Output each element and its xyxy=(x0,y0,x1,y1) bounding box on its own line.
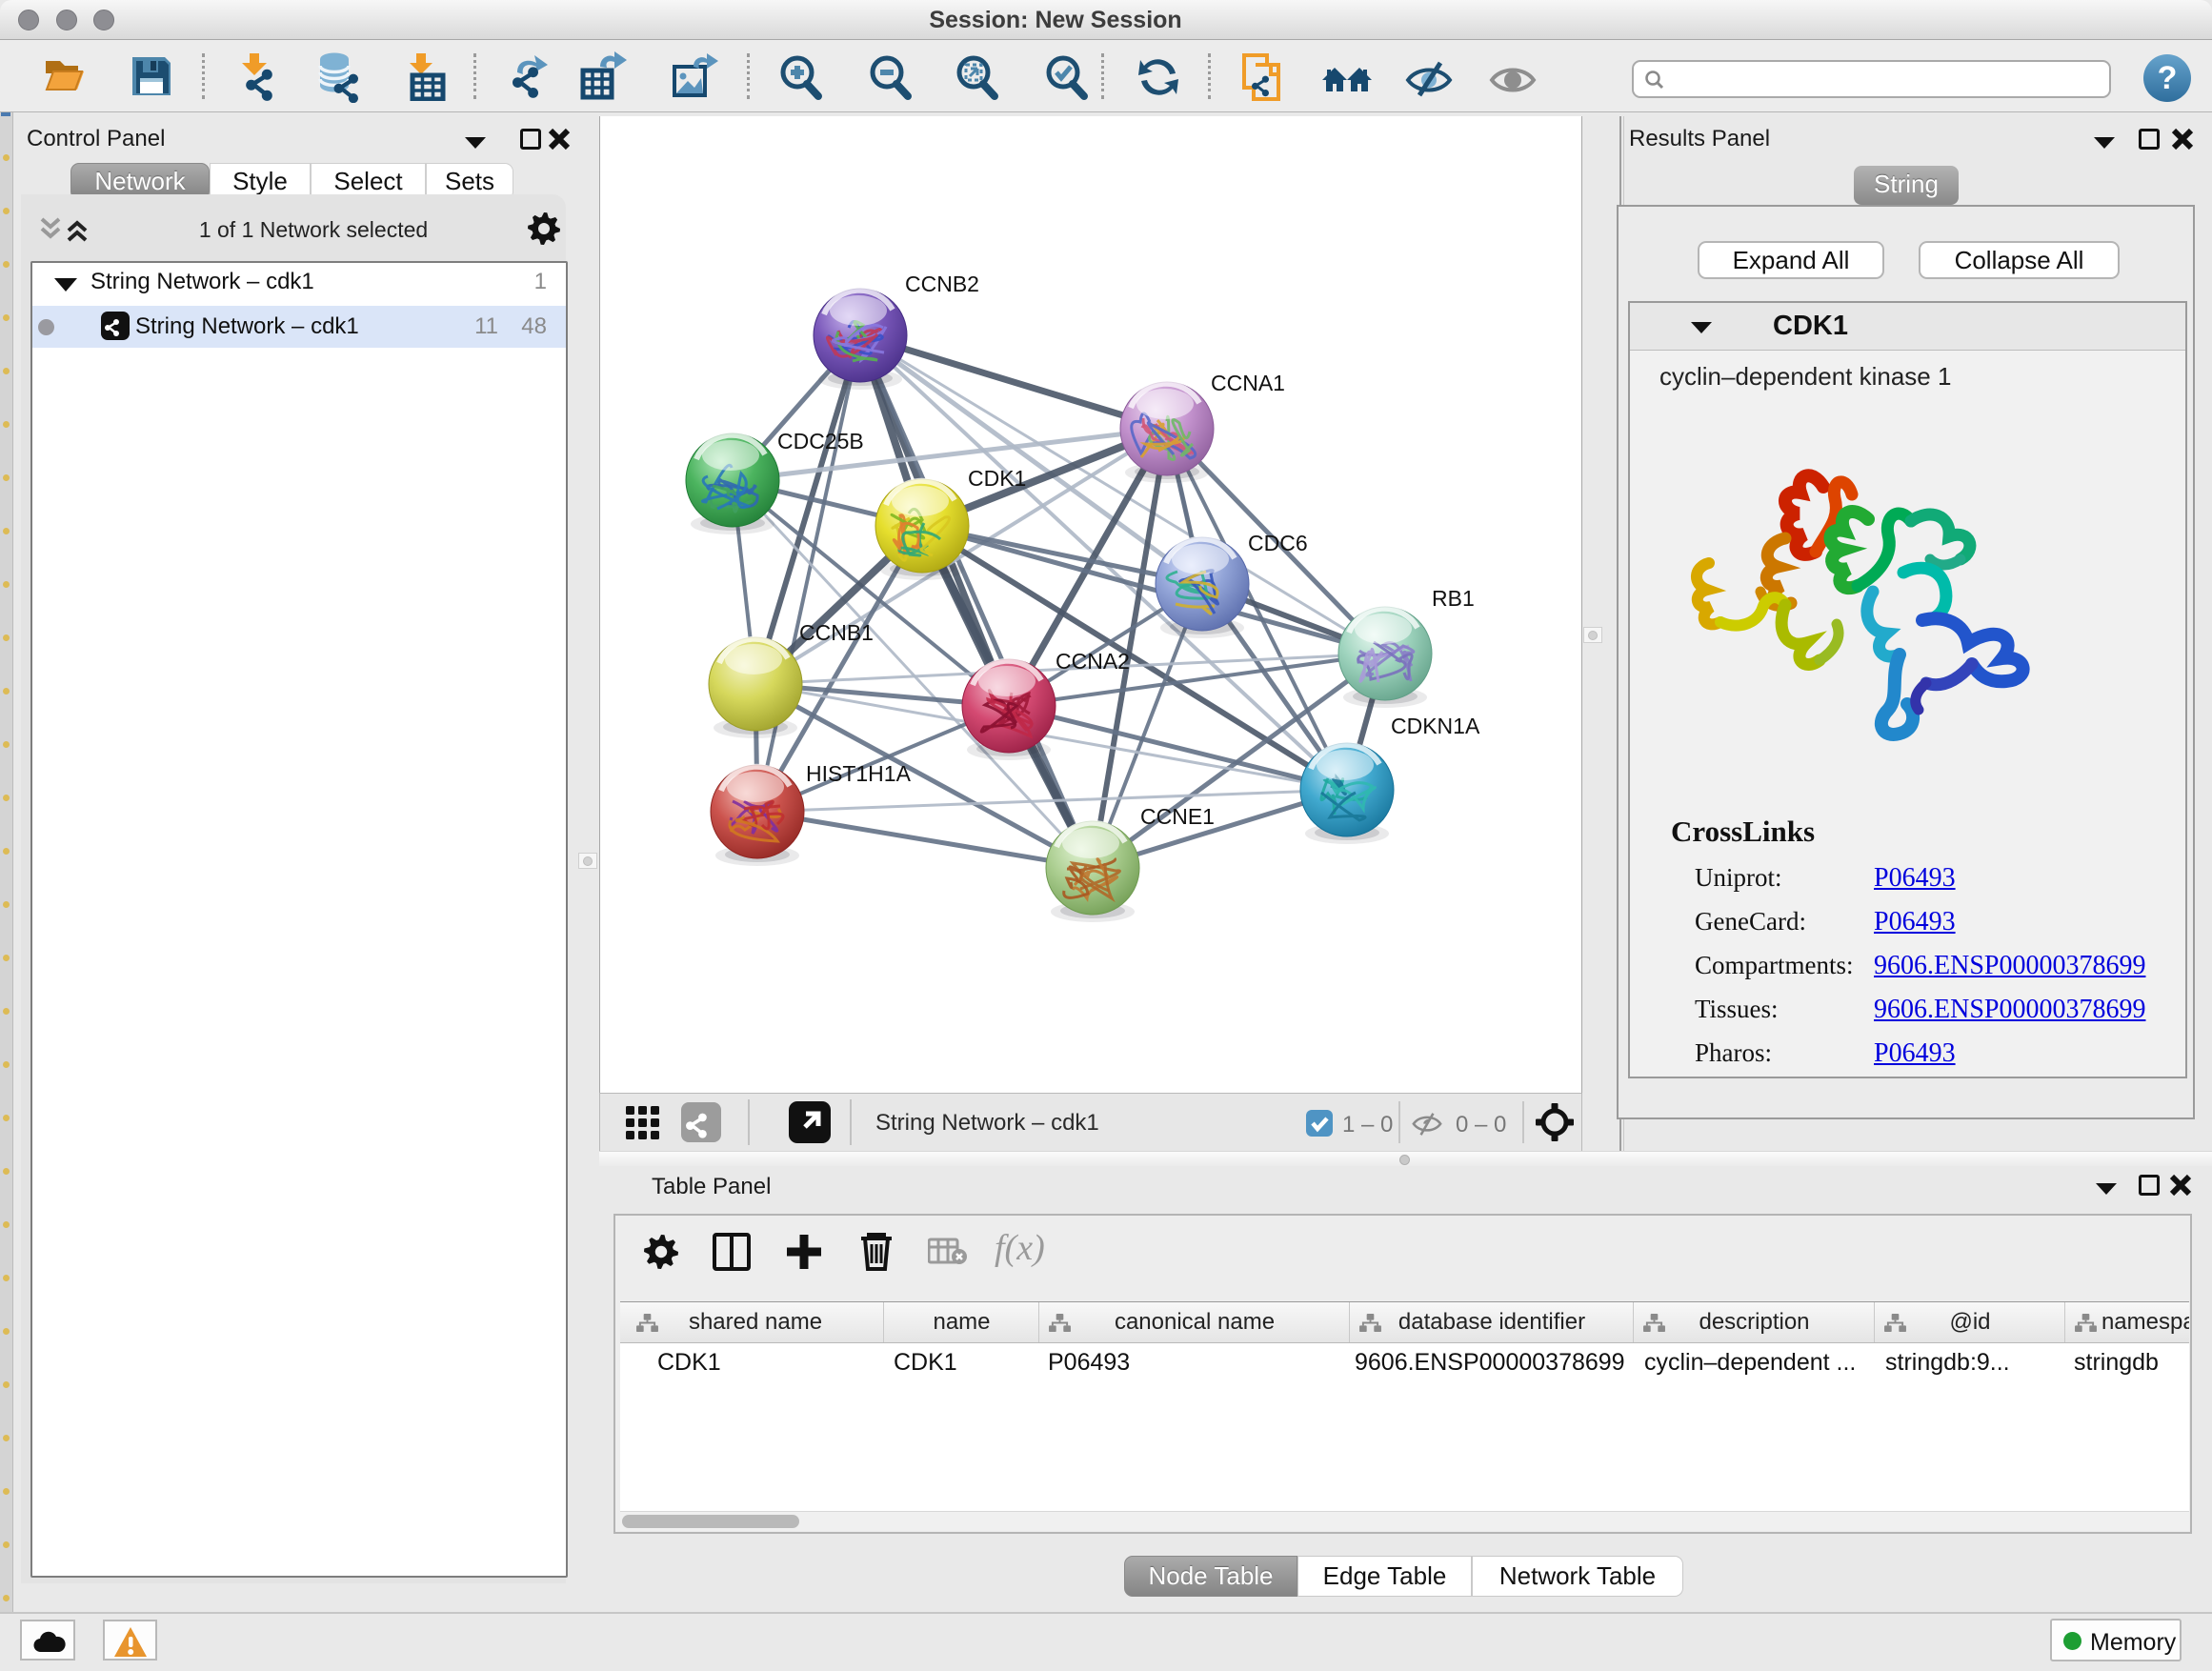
svg-text:CDKN1A: CDKN1A xyxy=(1391,714,1480,738)
svg-text:RB1: RB1 xyxy=(1432,586,1475,611)
svg-text:HIST1H1A: HIST1H1A xyxy=(806,761,912,786)
svg-text:CCNB2: CCNB2 xyxy=(905,272,979,296)
svg-text:CCNB1: CCNB1 xyxy=(799,620,874,645)
svg-text:CCNE1: CCNE1 xyxy=(1140,804,1215,829)
svg-text:CDK1: CDK1 xyxy=(968,466,1026,491)
svg-text:CCNA1: CCNA1 xyxy=(1211,371,1285,395)
svg-text:CDC6: CDC6 xyxy=(1248,531,1308,555)
svg-text:CCNA2: CCNA2 xyxy=(1056,649,1130,674)
svg-text:CDC25B: CDC25B xyxy=(777,429,864,453)
